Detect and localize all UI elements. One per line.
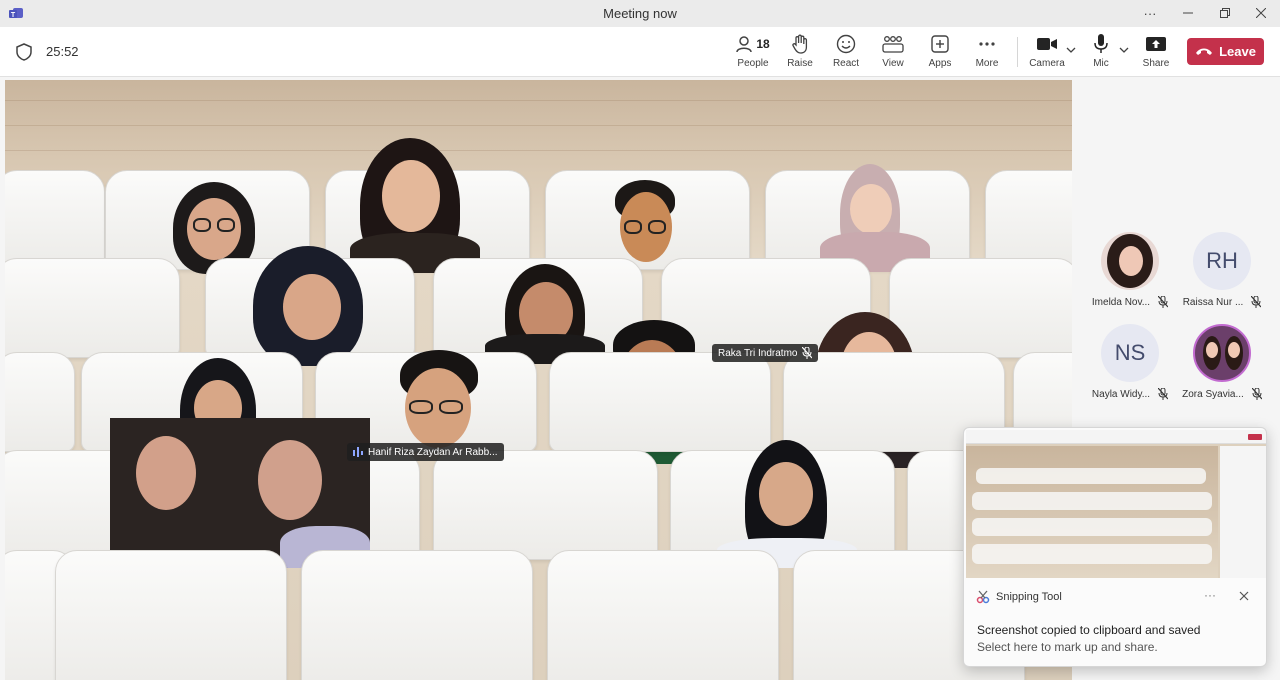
leave-label: Leave (1219, 44, 1256, 59)
apps-button[interactable]: Apps (922, 33, 958, 73)
screenshot-thumbnail[interactable] (966, 430, 1266, 578)
camera-icon (1037, 38, 1057, 50)
toast-subtitle: Select here to mark up and share. (977, 640, 1158, 654)
auditorium-seat (985, 170, 1072, 270)
microphone-icon (1094, 34, 1108, 53)
close-icon (1256, 8, 1266, 18)
toolbar-divider (1017, 37, 1018, 67)
raise-label: Raise (787, 58, 813, 69)
avatar: NS (1101, 324, 1159, 382)
mic-options-chevron-icon[interactable] (1119, 45, 1129, 55)
toast-title: Screenshot copied to clipboard and saved (977, 623, 1201, 637)
share-label: Share (1142, 58, 1170, 69)
view-button[interactable]: View (875, 33, 911, 73)
people-button[interactable]: 18 People (733, 33, 773, 73)
snipping-tool-notification[interactable]: Snipping Tool ··· Screenshot copied to c… (963, 427, 1267, 667)
react-button[interactable]: React (828, 33, 864, 73)
participant-tile[interactable]: NS Nayla Widy... (1084, 324, 1176, 400)
more-label: More (975, 58, 999, 69)
hang-up-icon (1196, 48, 1213, 55)
view-label: View (882, 58, 904, 69)
mic-muted-icon (1251, 388, 1262, 400)
participant-name: Hanif Riza Zaydan Ar Rabb... (368, 446, 498, 458)
participant-tile[interactable]: Imelda Nov... (1084, 232, 1176, 308)
mic-label: Mic (1093, 58, 1109, 69)
participant-name: Nayla Widy... (1091, 388, 1151, 400)
restore-button[interactable] (1207, 2, 1243, 24)
participant-tile[interactable]: Zora Syavia... (1176, 324, 1268, 400)
react-label: React (832, 58, 860, 69)
auditorium-seat (549, 352, 771, 452)
more-icon (979, 42, 995, 46)
restore-icon (1220, 8, 1230, 18)
mic-muted-icon (802, 347, 813, 359)
title-bar: T Meeting now ··· (0, 0, 1280, 27)
close-icon[interactable] (1238, 590, 1250, 602)
avatar: RH (1193, 232, 1251, 290)
share-screen-icon (1146, 37, 1166, 51)
wall-panel-line (5, 150, 1072, 151)
camera-button[interactable]: Camera (1028, 33, 1066, 73)
participant-name: Zora Syavia... (1182, 388, 1244, 400)
auditorium-seat (5, 258, 180, 358)
auditorium-seat (433, 450, 658, 560)
auditorium-seat (5, 352, 75, 452)
people-icon (736, 36, 753, 53)
meeting-timer: 25:52 (46, 44, 79, 59)
meeting-toolbar: 25:52 18 People Raise React View Apps Mo… (0, 27, 1280, 77)
participant-name: Imelda Nov... (1091, 296, 1151, 308)
camera-label: Camera (1029, 58, 1065, 69)
share-button[interactable]: Share (1139, 33, 1173, 73)
shield-icon[interactable] (16, 43, 32, 61)
minimize-icon (1183, 12, 1193, 14)
more-button[interactable]: More (969, 33, 1005, 73)
camera-options-chevron-icon[interactable] (1066, 45, 1076, 55)
participant-video (110, 418, 370, 568)
people-label: People (737, 58, 769, 69)
apps-label: Apps (928, 58, 952, 69)
mic-button[interactable]: Mic (1084, 33, 1118, 73)
auditorium-seat (5, 170, 105, 270)
window-title: Meeting now (603, 6, 677, 21)
auditorium-seat (55, 550, 287, 680)
hand-icon (792, 34, 808, 54)
mic-muted-icon (1158, 296, 1169, 308)
mic-muted-icon (1251, 296, 1262, 308)
participant-name-tag: Raka Tri Indratmo (712, 344, 819, 362)
toast-app-name: Snipping Tool (996, 591, 1062, 603)
wall-panel-line (5, 125, 1072, 126)
minimize-button[interactable] (1170, 2, 1206, 24)
participant-tile[interactable]: RH Raissa Nur ... (1176, 232, 1268, 308)
participant-name-tag: Hanif Riza Zaydan Ar Rabb... (347, 443, 504, 461)
together-mode-stage: Raka Tri Indratmo Hanif Riza Zaydan Ar R… (5, 80, 1072, 680)
add-app-icon (931, 35, 949, 53)
emoji-icon (836, 34, 856, 54)
more-options-icon[interactable]: ··· (1204, 588, 1216, 602)
auditorium-seat (889, 258, 1072, 358)
auditorium-seat (547, 550, 779, 680)
avatar (1193, 324, 1251, 382)
close-button[interactable] (1243, 2, 1279, 24)
more-options-icon[interactable]: ··· (1132, 2, 1168, 24)
auditorium-seat (301, 550, 533, 680)
snipping-tool-icon (976, 590, 990, 604)
participant-name: Raissa Nur ... (1182, 296, 1244, 308)
view-gallery-icon (882, 36, 904, 53)
people-count: 18 (756, 37, 770, 51)
avatar (1101, 232, 1159, 290)
leave-button[interactable]: Leave (1187, 38, 1264, 65)
speaking-indicator-icon (353, 447, 363, 457)
wall-panel-line (5, 100, 1072, 101)
raise-hand-button[interactable]: Raise (782, 33, 818, 73)
participant-name: Raka Tri Indratmo (718, 347, 798, 359)
mic-muted-icon (1158, 388, 1169, 400)
